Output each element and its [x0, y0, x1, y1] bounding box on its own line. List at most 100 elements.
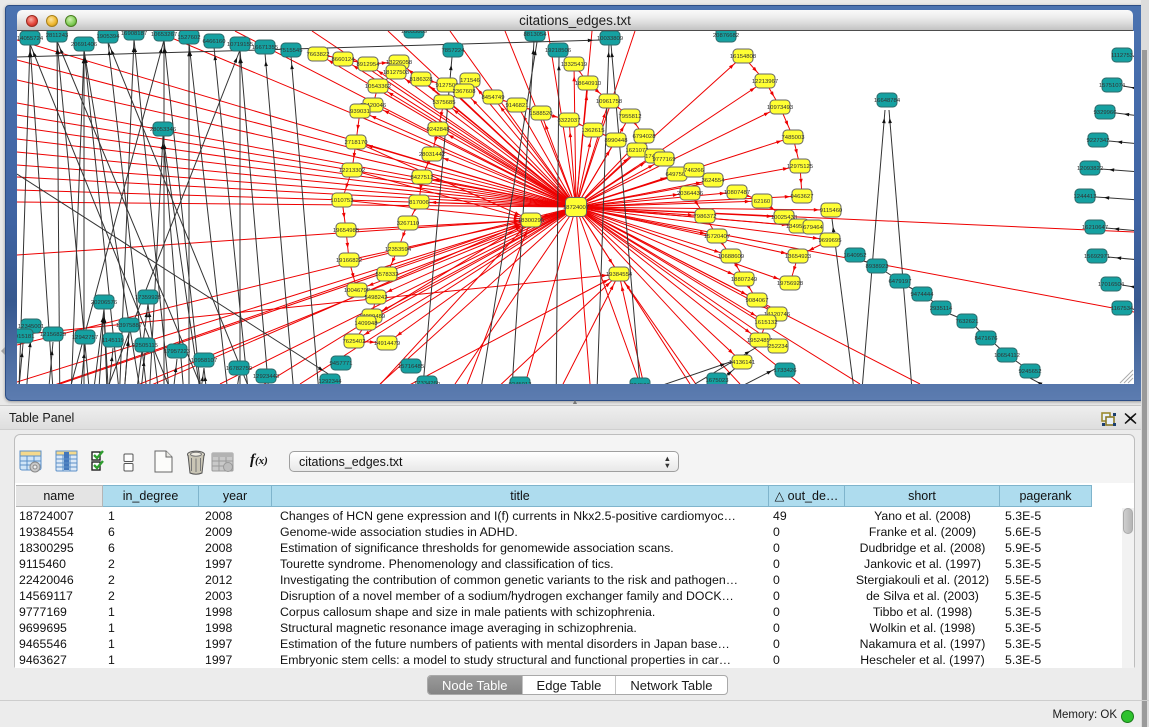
svg-text:2718170: 2718170 [345, 140, 369, 146]
svg-text:1588520: 1588520 [530, 111, 554, 117]
svg-text:19756928: 19756928 [777, 281, 804, 287]
svg-text:12353594: 12353594 [385, 247, 412, 253]
svg-text:10719155: 10719155 [227, 42, 254, 48]
svg-text:16033809: 16033809 [401, 31, 427, 35]
svg-text:9777169: 9777169 [653, 157, 676, 163]
svg-text:8322037: 8322037 [558, 118, 581, 124]
svg-text:3624554: 3624554 [702, 178, 726, 184]
svg-text:15751074: 15751074 [1099, 83, 1126, 89]
svg-text:14914479: 14914479 [374, 341, 400, 347]
svg-text:939031: 939031 [350, 109, 370, 115]
svg-text:10958107: 10958107 [191, 358, 217, 364]
svg-text:5578332: 5578332 [376, 272, 399, 278]
svg-text:9245012: 9245012 [509, 382, 532, 384]
svg-text:9084067: 9084067 [746, 298, 769, 304]
svg-text:10961758: 10961758 [596, 99, 623, 105]
svg-text:10654112: 10654112 [994, 353, 1020, 359]
svg-text:10033809: 10033809 [597, 36, 623, 42]
svg-text:10543362: 10543362 [365, 84, 391, 90]
svg-text:1615132: 1615132 [755, 320, 778, 326]
svg-text:16671355: 16671355 [252, 45, 279, 51]
svg-text:8471676: 8471676 [975, 336, 999, 342]
svg-text:12923443: 12923443 [253, 374, 280, 380]
svg-text:3267110: 3267110 [397, 221, 420, 227]
svg-text:10688609: 10688609 [718, 254, 744, 260]
svg-text:12156829: 12156829 [40, 332, 66, 338]
svg-text:17359928: 17359928 [135, 295, 162, 301]
svg-text:1292344: 1292344 [319, 379, 343, 384]
svg-text:17016504: 17016504 [1098, 282, 1125, 288]
svg-text:20691406: 20691406 [71, 42, 98, 48]
svg-text:20876682: 20876682 [713, 33, 739, 39]
svg-text:28031442: 28031442 [419, 152, 445, 158]
svg-text:1733426b: 1733426b [414, 381, 441, 384]
svg-text:18127503: 18127503 [383, 70, 410, 76]
svg-text:9146821: 9146821 [506, 103, 529, 109]
svg-text:746266: 746266 [684, 168, 704, 174]
svg-text:1145119: 1145119 [102, 338, 124, 344]
svg-text:12213302: 12213302 [339, 168, 365, 174]
svg-text:171546: 171546 [460, 78, 480, 84]
svg-text:7632621: 7632621 [956, 319, 979, 325]
svg-text:12213967: 12213967 [752, 79, 778, 85]
svg-text:1905394: 1905394 [97, 34, 121, 40]
svg-text:7955812: 7955812 [619, 114, 642, 120]
svg-text:17957223: 17957223 [164, 349, 191, 355]
svg-text:19166822: 19166822 [336, 258, 362, 264]
svg-text:14055724: 14055724 [17, 36, 44, 42]
svg-text:20206576: 20206576 [91, 300, 118, 306]
svg-text:12975125: 12975125 [787, 164, 814, 170]
svg-text:16908187: 16908187 [121, 31, 147, 37]
svg-text:9245652: 9245652 [1019, 369, 1042, 375]
svg-text:252234: 252234 [768, 344, 788, 350]
svg-text:20364436: 20364436 [677, 191, 704, 197]
svg-text:2811243: 2811243 [46, 33, 69, 39]
svg-text:1640952: 1640952 [844, 253, 867, 259]
svg-text:10807487: 10807487 [724, 190, 750, 196]
svg-text:6466160: 6466160 [203, 39, 227, 45]
svg-text:7857224: 7857224 [442, 48, 466, 54]
svg-text:6794028: 6794028 [633, 134, 657, 140]
svg-text:8990448: 8990448 [605, 138, 629, 144]
svg-text:7663822: 7663822 [307, 52, 330, 58]
svg-text:10973493: 10973493 [767, 105, 794, 111]
svg-text:62160: 62160 [754, 199, 771, 205]
svg-text:19654985: 19654985 [333, 228, 360, 234]
svg-text:16210647: 16210647 [1082, 225, 1108, 231]
svg-text:9699695: 9699695 [819, 238, 843, 244]
svg-text:5375685: 5375685 [433, 100, 457, 106]
svg-text:8186328: 8186328 [410, 77, 434, 83]
svg-text:18300295: 18300295 [518, 218, 545, 224]
svg-text:15692971: 15692971 [1084, 254, 1110, 260]
svg-text:8660124: 8660124 [332, 57, 356, 63]
svg-text:9457771: 9457771 [330, 361, 353, 367]
svg-text:9474444: 9474444 [911, 292, 935, 298]
svg-text:13654923: 13654923 [785, 254, 812, 260]
svg-text:824501: 824501 [630, 383, 650, 384]
svg-text:18724007: 18724007 [563, 205, 589, 211]
svg-text:9329966: 9329966 [1094, 110, 1118, 116]
svg-text:1167534: 1167534 [1111, 306, 1134, 312]
svg-text:15720407: 15720407 [704, 234, 730, 240]
svg-text:19218506: 19218506 [545, 48, 572, 54]
svg-text:8427512: 8427512 [411, 175, 434, 181]
svg-text:2935114: 2935114 [930, 306, 953, 312]
svg-text:7485003: 7485003 [782, 135, 806, 141]
svg-text:12093822: 12093822 [1077, 166, 1103, 172]
svg-text:2367608: 2367608 [453, 89, 477, 95]
svg-text:7625402: 7625402 [343, 339, 366, 345]
svg-text:12942757: 12942757 [72, 335, 98, 341]
svg-text:1675023: 1675023 [706, 378, 730, 384]
svg-text:817006: 817006 [409, 200, 429, 206]
svg-text:5498242: 5498242 [365, 295, 388, 301]
svg-text:1733426: 1733426 [774, 368, 798, 374]
svg-text:8813054: 8813054 [524, 32, 548, 38]
svg-text:9227342: 9227342 [1087, 138, 1110, 144]
svg-text:8454749: 8454749 [482, 95, 505, 101]
svg-text:16648784: 16648784 [874, 98, 901, 104]
svg-text:18807249: 18807249 [731, 277, 757, 283]
svg-text:7986372: 7986372 [694, 214, 717, 220]
svg-text:7515545: 7515545 [280, 48, 304, 54]
svg-text:15716485: 15716485 [398, 364, 425, 370]
svg-text:1010753: 1010753 [331, 198, 355, 204]
